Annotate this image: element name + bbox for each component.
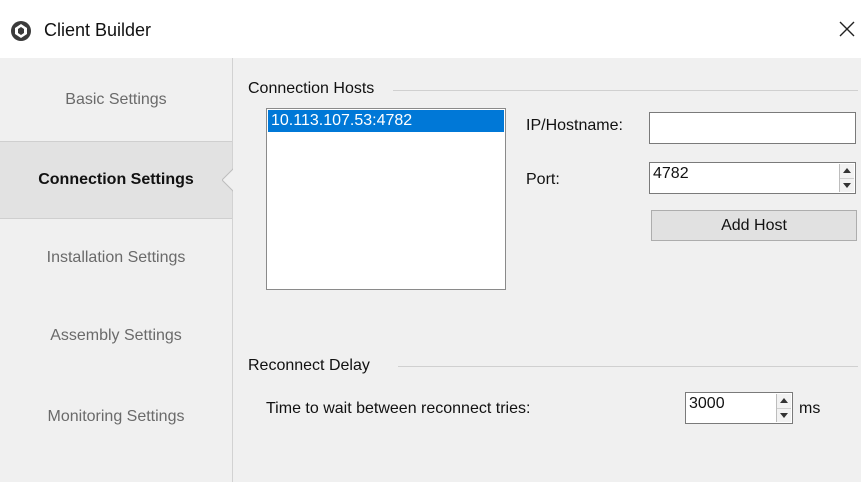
title-bar: Client Builder	[0, 0, 861, 58]
reconnect-delay-value: 3000	[689, 395, 725, 412]
reconnect-delay-group-label: Reconnect Delay	[248, 357, 376, 375]
port-stepper[interactable]: 4782	[649, 162, 856, 194]
reconnect-decrement-button[interactable]	[777, 408, 791, 422]
client-builder-window: Client Builder Basic Settings Connection…	[0, 0, 861, 482]
connection-hosts-group-label: Connection Hosts	[248, 80, 381, 98]
reconnect-delay-stepper[interactable]: 3000	[685, 392, 793, 424]
reconnect-unit-label: ms	[799, 400, 821, 417]
connection-hosts-list[interactable]: 10.113.107.53:4782	[266, 108, 506, 290]
sidebar-item-connection-settings[interactable]: Connection Settings	[0, 141, 234, 219]
sidebar-item-label: Basic Settings	[65, 91, 167, 108]
group-divider	[393, 90, 858, 91]
app-logo-icon	[10, 20, 32, 42]
sidebar-item-basic-settings[interactable]: Basic Settings	[0, 62, 232, 138]
arrow-down-icon	[843, 182, 851, 188]
port-label: Port:	[526, 171, 560, 188]
settings-sidebar: Basic Settings Connection Settings Insta…	[0, 58, 234, 482]
sidebar-item-label: Connection Settings	[38, 171, 194, 188]
add-host-button[interactable]: Add Host	[651, 210, 857, 241]
ip-hostname-input[interactable]	[649, 112, 856, 144]
sidebar-item-label: Monitoring Settings	[47, 408, 185, 425]
reconnect-stepper-buttons	[776, 394, 791, 422]
close-icon	[839, 21, 855, 37]
port-value: 4782	[653, 165, 689, 182]
port-decrement-button[interactable]	[840, 178, 854, 192]
close-button[interactable]	[834, 16, 860, 42]
reconnect-wait-label: Time to wait between reconnect tries:	[266, 400, 531, 417]
sidebar-item-monitoring-settings[interactable]: Monitoring Settings	[0, 379, 232, 455]
window-title: Client Builder	[44, 20, 152, 40]
ip-hostname-label: IP/Hostname:	[526, 117, 623, 134]
group-divider	[398, 366, 858, 367]
arrow-up-icon	[843, 168, 851, 174]
sidebar-item-label: Assembly Settings	[50, 327, 182, 344]
arrow-up-icon	[780, 398, 788, 404]
sidebar-item-assembly-settings[interactable]: Assembly Settings	[0, 298, 232, 374]
arrow-down-icon	[780, 412, 788, 418]
host-list-item[interactable]: 10.113.107.53:4782	[268, 110, 504, 132]
sidebar-item-label: Installation Settings	[46, 249, 186, 266]
sidebar-item-installation-settings[interactable]: Installation Settings	[0, 220, 232, 296]
connection-settings-panel: Connection Hosts 10.113.107.53:4782 IP/H…	[233, 58, 861, 482]
add-host-button-label: Add Host	[721, 216, 787, 234]
port-increment-button[interactable]	[840, 164, 854, 179]
port-stepper-buttons	[839, 164, 854, 192]
reconnect-increment-button[interactable]	[777, 394, 791, 409]
